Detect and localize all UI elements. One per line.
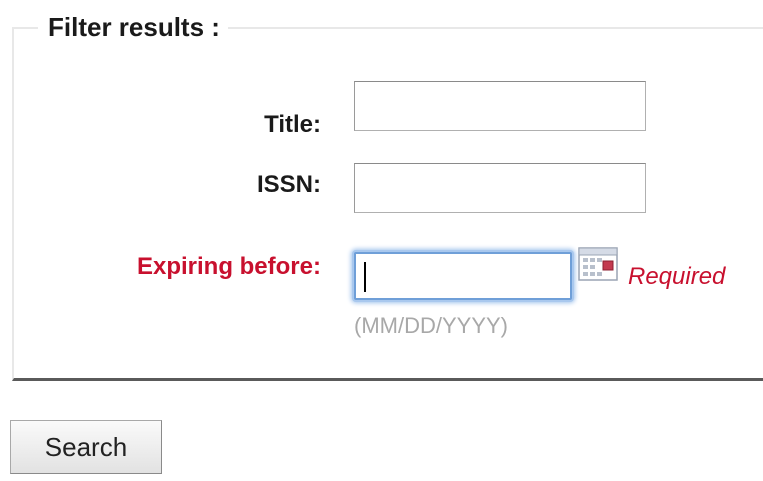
expiring-before-input[interactable] — [354, 252, 572, 300]
issn-label: ISSN: — [256, 171, 321, 198]
expiring-before-label: Expiring before: — [136, 253, 321, 280]
title-input[interactable] — [354, 81, 646, 131]
search-button[interactable]: Search — [10, 420, 162, 474]
title-label: Title: — [264, 111, 321, 138]
issn-input[interactable] — [354, 163, 646, 213]
filter-legend: Filter results : — [38, 10, 228, 44]
text-caret — [364, 262, 366, 292]
calendar-icon[interactable] — [578, 247, 618, 281]
required-indicator: Required — [628, 263, 726, 290]
date-format-hint: (MM/DD/YYYY) — [354, 313, 508, 338]
